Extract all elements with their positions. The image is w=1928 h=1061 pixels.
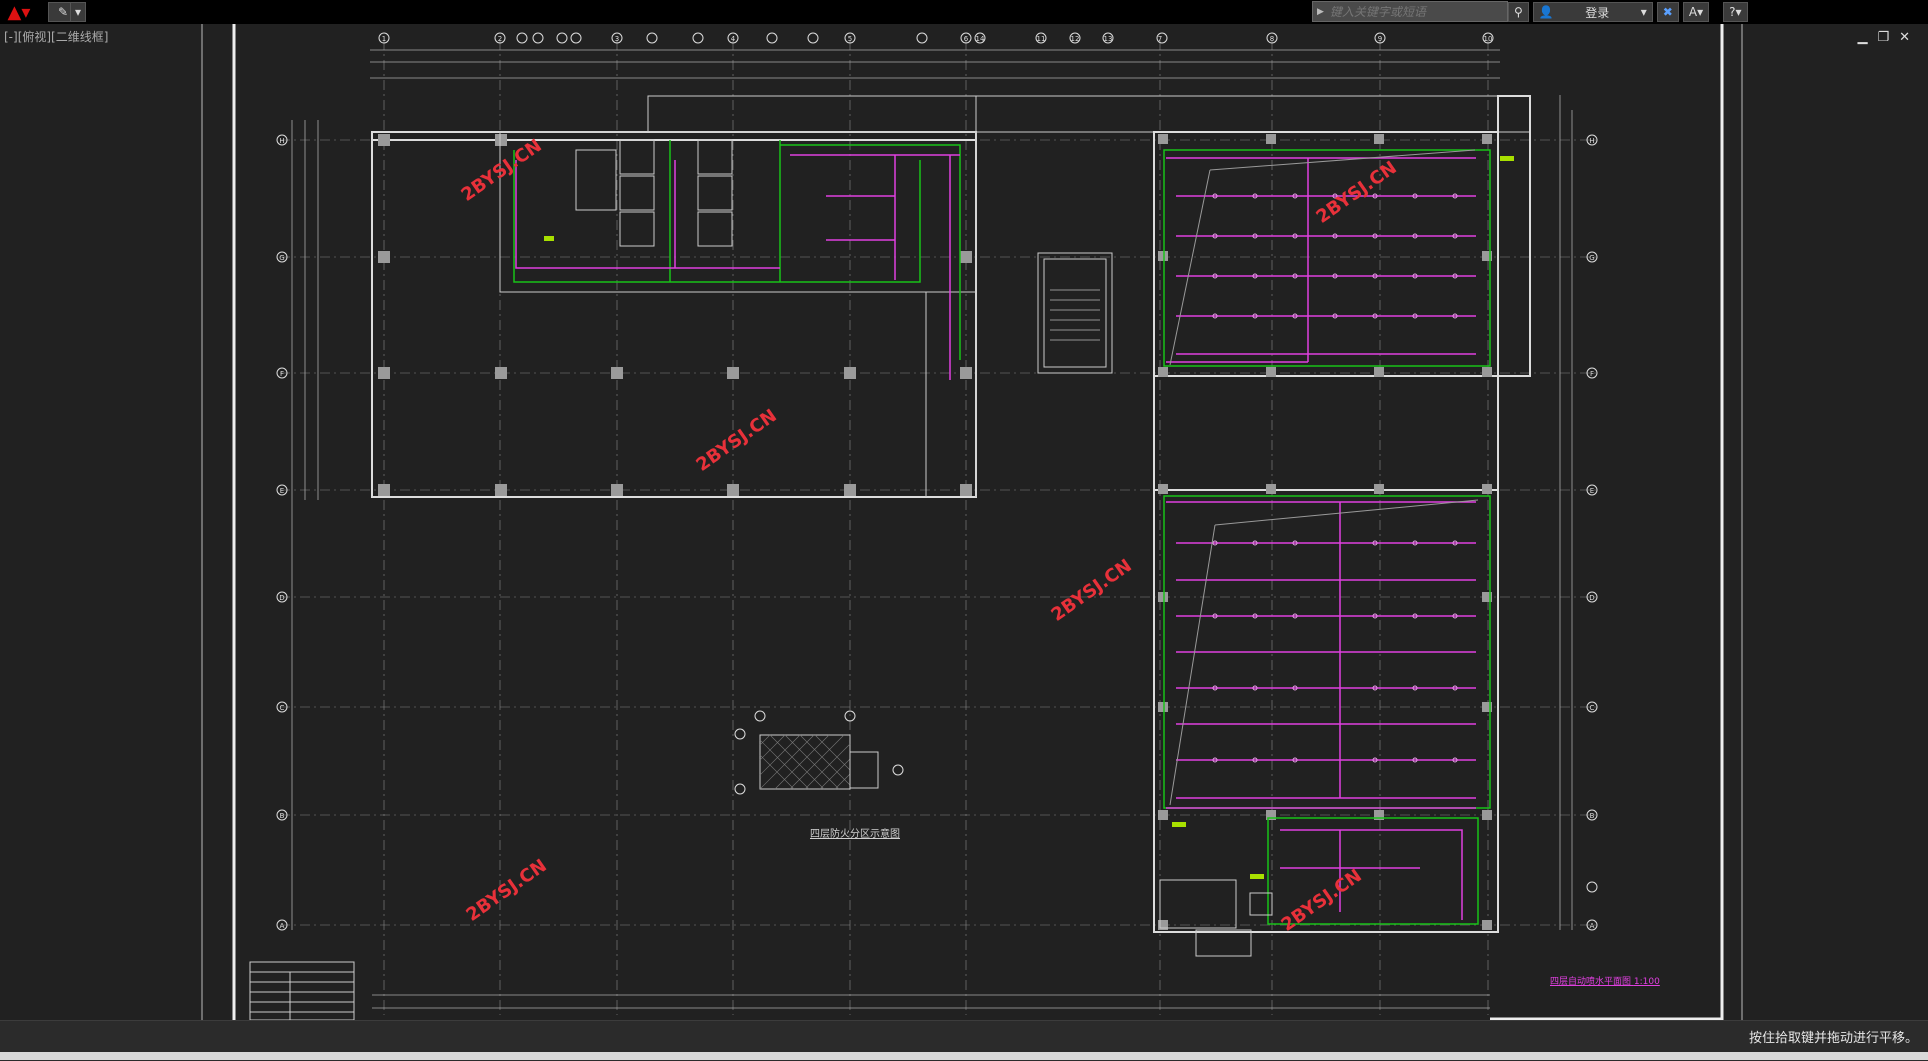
grid-label-top: 13 bbox=[1104, 35, 1113, 43]
grid-label-side: G bbox=[1589, 254, 1594, 262]
drawing-canvas[interactable]: 1 2 3 4 5 6 7 8 9 1011 12 1314H HG GF FE ED DC CB BA A bbox=[0, 24, 1928, 1020]
grid-label-top: 2 bbox=[498, 35, 502, 43]
grid-label-top: 12 bbox=[1071, 35, 1080, 43]
chevron-down-icon: ▾ bbox=[1640, 5, 1647, 19]
grid-label-top: 14 bbox=[976, 35, 985, 43]
window-controls: ▁ ❐ ✕ bbox=[1857, 30, 1910, 45]
grid-label-top: 8 bbox=[1270, 35, 1274, 43]
status-message: 按住拾取键并拖动进行平移。 bbox=[1748, 1031, 1918, 1046]
titlebar-right-tools: ⚲ 👤 登录 ▾ ✖ A▾ ?▾ bbox=[1508, 1, 1748, 23]
app-logo-icon[interactable]: ▲▾ bbox=[2, 1, 36, 23]
viewport-label[interactable]: [-][俯视][二维线框] bbox=[4, 28, 108, 45]
grid-label-top: 5 bbox=[848, 35, 852, 43]
grid-label-side: C bbox=[280, 704, 285, 712]
grid-label-side: A bbox=[1590, 922, 1595, 930]
grid-label-side: H bbox=[1589, 137, 1594, 145]
grid-label-top: 11 bbox=[1037, 35, 1046, 43]
grid-label-side: F bbox=[280, 370, 284, 378]
login-label: 登录 bbox=[1585, 5, 1610, 20]
grid-label-top: 6 bbox=[964, 35, 969, 43]
grid-label-side: D bbox=[279, 594, 284, 602]
search-input[interactable] bbox=[1327, 3, 1502, 20]
help-icon[interactable]: ?▾ bbox=[1723, 2, 1748, 22]
exchange-icon[interactable]: ✖ bbox=[1656, 2, 1679, 22]
title-bar: ▲▾ ✎ ▾ ▶ ⚲ 👤 登录 ▾ ✖ A▾ ?▾ bbox=[0, 0, 1928, 24]
toolbar-dropdown-icon[interactable]: ▾ bbox=[70, 2, 86, 22]
search-box: ▶ bbox=[1312, 1, 1508, 22]
grid-label-side: F bbox=[1590, 370, 1594, 378]
close-icon[interactable]: ✕ bbox=[1899, 30, 1910, 45]
grid-label-side: E bbox=[1590, 487, 1594, 495]
user-icon: 👤 bbox=[1538, 5, 1554, 19]
grid-label-side: B bbox=[1590, 812, 1595, 820]
restore-icon[interactable]: ❐ bbox=[1877, 30, 1889, 45]
grid-label-top: 4 bbox=[731, 35, 736, 43]
login-button[interactable]: 👤 登录 ▾ bbox=[1532, 2, 1653, 22]
grid-label-top: 7 bbox=[1158, 35, 1162, 43]
grid-label-side: E bbox=[280, 487, 284, 495]
autodesk-app-icon[interactable]: A▾ bbox=[1682, 2, 1710, 22]
grid-label-side: A bbox=[280, 922, 285, 930]
grid-label-side: C bbox=[1590, 704, 1595, 712]
grid-label-top: 1 bbox=[382, 35, 386, 43]
grid-label-top: 3 bbox=[615, 35, 619, 43]
grid-label-side: B bbox=[280, 812, 285, 820]
plan-scale: 1:100 bbox=[1633, 977, 1660, 987]
grid-label-top: 10 bbox=[1484, 35, 1493, 43]
grid-label-side: G bbox=[279, 254, 284, 262]
bottom-strip bbox=[0, 1052, 1928, 1060]
grid-label-side: H bbox=[279, 137, 284, 145]
plan-title: 四层自动喷水平面图 1:100 bbox=[1550, 974, 1660, 987]
binoculars-icon[interactable]: ⚲ bbox=[1508, 2, 1529, 22]
minimize-icon[interactable]: ▁ bbox=[1857, 30, 1867, 45]
grid-label-side: D bbox=[1589, 594, 1594, 602]
plan-title-text: 四层自动喷水平面图 bbox=[1550, 977, 1632, 987]
grid-label-top: 9 bbox=[1378, 35, 1382, 43]
search-expand-icon[interactable]: ▶ bbox=[1313, 7, 1328, 17]
fire-zone-title: 四层防火分区示意图 bbox=[810, 829, 900, 840]
